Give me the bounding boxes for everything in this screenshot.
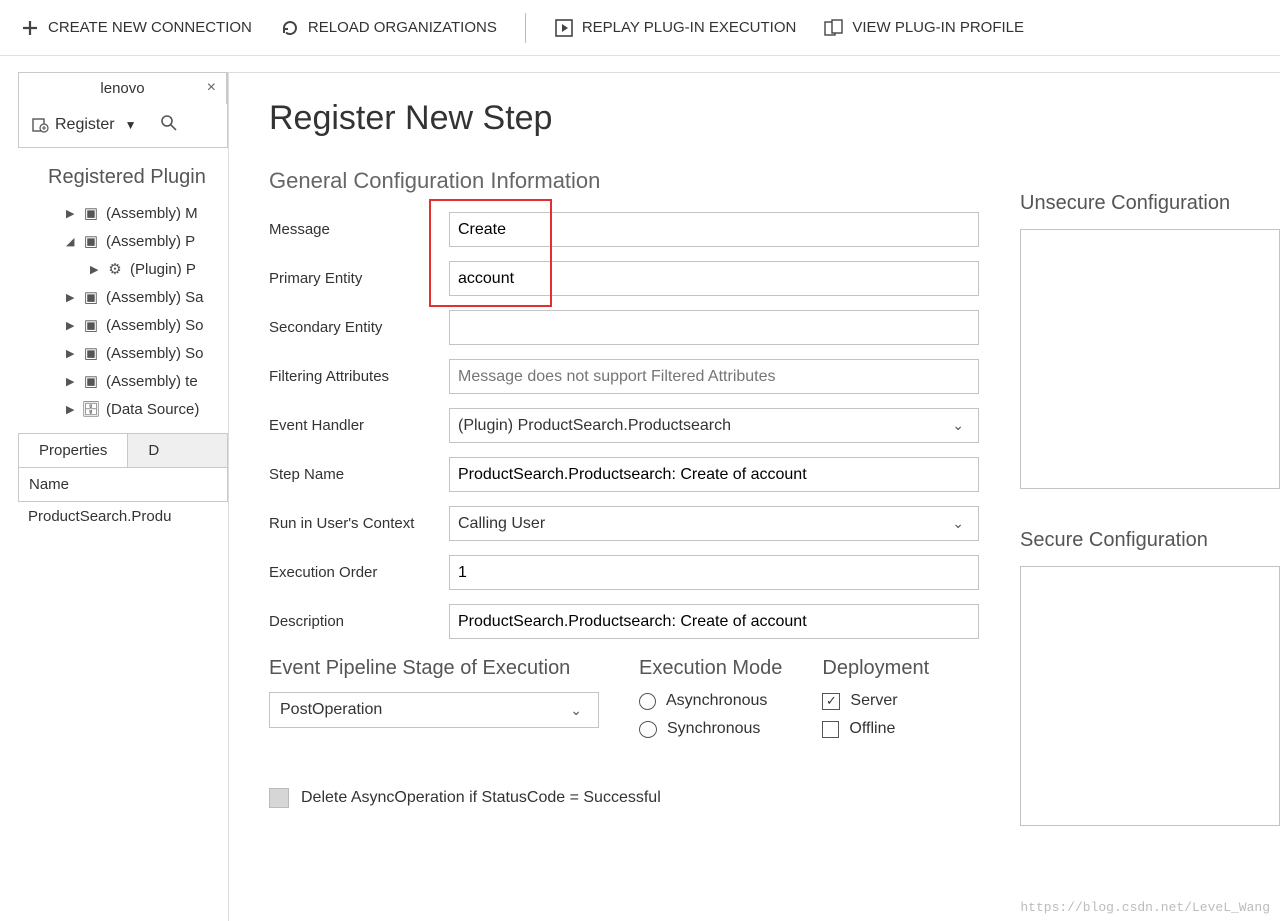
unsecure-title: Unsecure Configuration	[1020, 192, 1280, 215]
profile-icon	[824, 18, 844, 38]
secure-title: Secure Configuration	[1020, 529, 1280, 552]
tree-item[interactable]: ▶▣(Assembly) M	[18, 199, 228, 227]
run-context-select[interactable]: Calling User⌄	[449, 506, 979, 541]
checkbox-icon	[822, 693, 840, 710]
label-secondary-entity: Secondary Entity	[269, 319, 449, 336]
radio-async[interactable]: Asynchronous	[639, 692, 782, 710]
properties-tabs: Properties D	[18, 433, 228, 467]
toolbar: CREATE NEW CONNECTION RELOAD ORGANIZATIO…	[0, 0, 1280, 56]
tree-item[interactable]: ▶▣(Assembly) So	[18, 311, 228, 339]
pipeline-column: Event Pipeline Stage of Execution PostOp…	[269, 657, 599, 748]
toolbar-separator	[525, 13, 526, 43]
tree-item[interactable]: ▶▣(Assembly) te	[18, 367, 228, 395]
label-step-name: Step Name	[269, 466, 449, 483]
label-run-context: Run in User's Context	[269, 515, 449, 532]
toolbar-label: VIEW PLUG-IN PROFILE	[852, 19, 1024, 36]
tab-lenovo[interactable]: lenovo ×	[19, 73, 227, 104]
description-field[interactable]	[449, 604, 979, 639]
label-event-handler: Event Handler	[269, 417, 449, 434]
chevron-down-icon[interactable]: ▼	[125, 118, 137, 132]
tree-item[interactable]: ▶🗄(Data Source)	[18, 395, 228, 423]
grid-row[interactable]: ProductSearch.Produ	[18, 502, 228, 531]
chevron-down-icon: ⌄	[570, 702, 588, 719]
connection-tabs: lenovo ×	[18, 72, 228, 104]
tree-item-plugin[interactable]: ▶⚙(Plugin) P	[18, 255, 228, 283]
tab-properties[interactable]: Properties	[18, 433, 128, 467]
plugin-icon: ⚙	[106, 260, 124, 278]
reload-organizations-button[interactable]: RELOAD ORGANIZATIONS	[280, 18, 497, 38]
grid-header-name[interactable]: Name	[18, 467, 228, 502]
check-server[interactable]: Server	[822, 692, 929, 710]
assembly-icon: ▣	[82, 316, 100, 334]
check-offline[interactable]: Offline	[822, 720, 929, 738]
message-field[interactable]	[449, 212, 979, 247]
label-filtering: Filtering Attributes	[269, 368, 449, 385]
register-icon	[31, 116, 49, 134]
tab-body: Register ▼	[18, 104, 228, 148]
event-handler-select[interactable]: (Plugin) ProductSearch.Productsearch⌄	[449, 408, 979, 443]
delete-async-label: Delete AsyncOperation if StatusCode = Su…	[301, 789, 661, 807]
assembly-icon: ▣	[82, 372, 100, 390]
replay-plugin-execution-button[interactable]: REPLAY PLUG-IN EXECUTION	[554, 18, 797, 38]
label-execution-order: Execution Order	[269, 564, 449, 581]
toolbar-label: RELOAD ORGANIZATIONS	[308, 19, 497, 36]
view-plugin-profile-button[interactable]: VIEW PLUG-IN PROFILE	[824, 18, 1024, 38]
toolbar-label: CREATE NEW CONNECTION	[48, 19, 252, 36]
tree-item[interactable]: ◢▣(Assembly) P	[18, 227, 228, 255]
deployment-column: Deployment Server Offline	[822, 657, 929, 748]
step-name-field[interactable]	[449, 457, 979, 492]
watermark: https://blog.csdn.net/LeveL_Wang	[1020, 900, 1270, 915]
radio-icon	[639, 721, 657, 738]
secure-config-box[interactable]	[1020, 566, 1280, 826]
assembly-icon: ▣	[82, 288, 100, 306]
unsecure-config-box[interactable]	[1020, 229, 1280, 489]
chevron-down-icon: ⌄	[952, 417, 970, 434]
register-button[interactable]: Register	[55, 116, 115, 134]
assembly-icon: ▣	[82, 344, 100, 362]
right-column: Unsecure Configuration Secure Configurat…	[1020, 72, 1280, 866]
exec-mode-title: Execution Mode	[639, 657, 782, 680]
play-icon	[554, 18, 574, 38]
search-icon[interactable]	[160, 114, 178, 135]
tree-header: Registered Plugin	[18, 148, 228, 199]
secondary-entity-field[interactable]	[449, 310, 979, 345]
chevron-down-icon: ⌄	[952, 515, 970, 532]
plus-icon	[20, 18, 40, 38]
tab-details[interactable]: D	[128, 433, 228, 467]
left-pane: lenovo × Register ▼ Registered Plugin ▶▣…	[18, 72, 228, 531]
radio-sync[interactable]: Synchronous	[639, 720, 782, 738]
checkbox-icon	[822, 721, 839, 738]
close-icon[interactable]: ×	[207, 79, 216, 97]
tree-item[interactable]: ▶▣(Assembly) Sa	[18, 283, 228, 311]
toolbar-label: REPLAY PLUG-IN EXECUTION	[582, 19, 797, 36]
assembly-icon: ▣	[82, 232, 100, 250]
deployment-title: Deployment	[822, 657, 929, 680]
filtering-attributes-field	[449, 359, 979, 394]
assembly-icon: ▣	[82, 204, 100, 222]
plugin-tree: ▶▣(Assembly) M ◢▣(Assembly) P ▶⚙(Plugin)…	[18, 199, 228, 423]
reload-icon	[280, 18, 300, 38]
create-new-connection-button[interactable]: CREATE NEW CONNECTION	[20, 18, 252, 38]
tree-item[interactable]: ▶▣(Assembly) So	[18, 339, 228, 367]
exec-mode-column: Execution Mode Asynchronous Synchronous	[639, 657, 782, 748]
label-message: Message	[269, 221, 449, 238]
label-description: Description	[269, 613, 449, 630]
radio-icon	[639, 693, 656, 710]
tab-label: lenovo	[33, 80, 212, 97]
pipeline-title: Event Pipeline Stage of Execution	[269, 657, 599, 680]
primary-entity-field[interactable]	[449, 261, 979, 296]
datasource-icon: 🗄	[82, 400, 100, 418]
pipeline-stage-select[interactable]: PostOperation⌄	[269, 692, 599, 728]
execution-order-field[interactable]	[449, 555, 979, 590]
checkbox-icon	[269, 788, 289, 808]
label-primary-entity: Primary Entity	[269, 270, 449, 287]
